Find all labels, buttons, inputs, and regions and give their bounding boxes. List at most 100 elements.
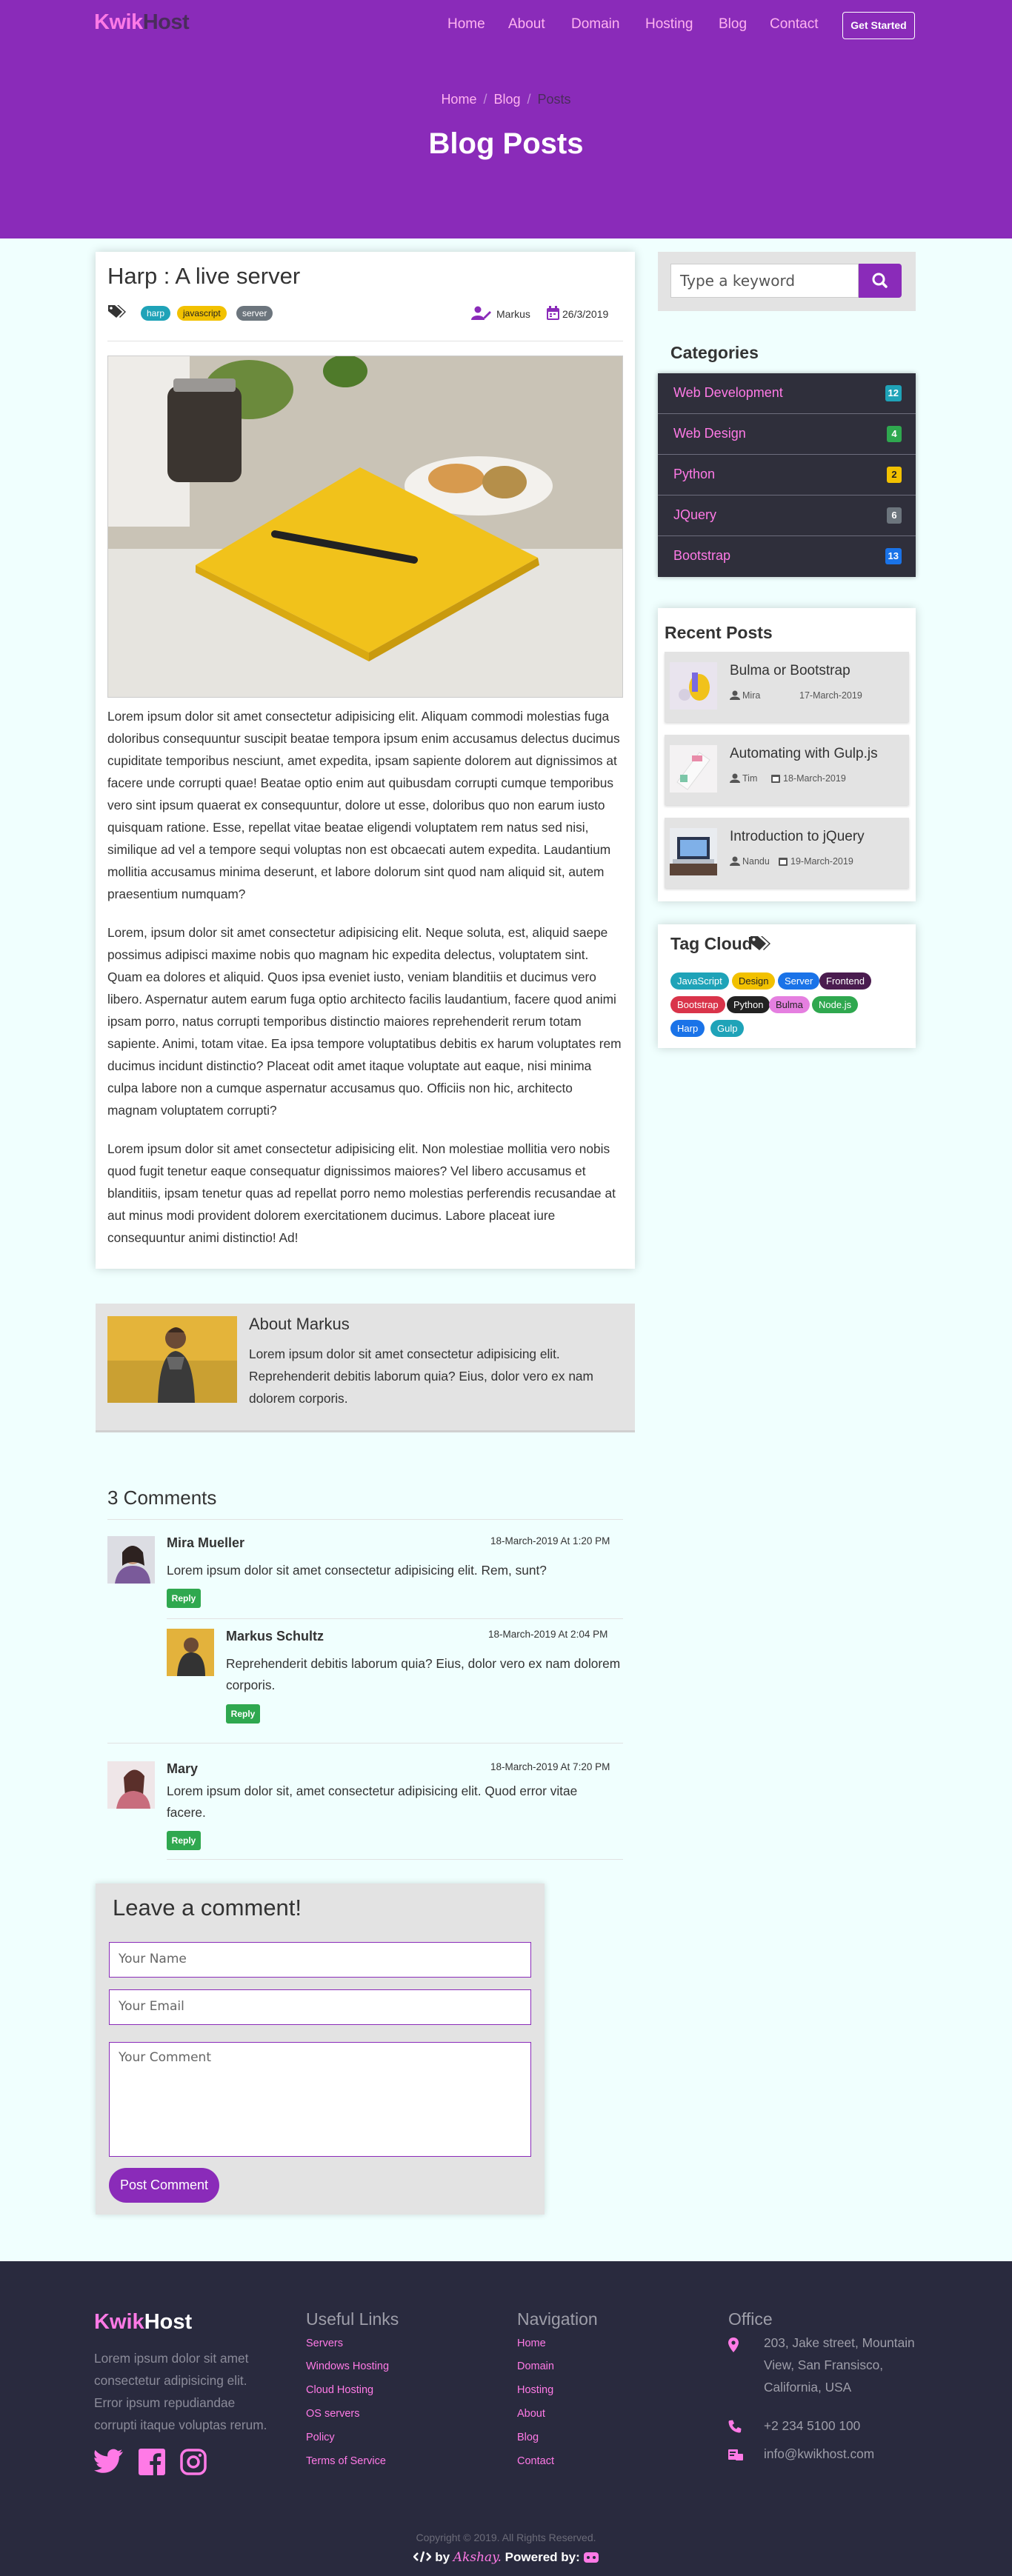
recent-post-author: Tim bbox=[742, 773, 758, 784]
about-author-box: About Markus Lorem ipsum dolor sit amet … bbox=[96, 1304, 635, 1432]
recent-post-date: 19-March-2019 bbox=[790, 856, 853, 867]
nav-contact[interactable]: Contact bbox=[770, 16, 818, 33]
tag-chip[interactable]: Harp bbox=[670, 1020, 705, 1037]
author-credit[interactable]: Akshay. bbox=[453, 2550, 502, 2565]
by-label: by bbox=[435, 2550, 450, 2564]
calendar-icon bbox=[771, 775, 780, 783]
avatar bbox=[167, 1629, 214, 1676]
tag-chip[interactable]: Design bbox=[732, 972, 776, 990]
name-field[interactable]: Your Name bbox=[109, 1942, 531, 1978]
tag-chip[interactable]: Gulp bbox=[710, 1020, 745, 1037]
category-item[interactable]: Python 2 bbox=[658, 455, 916, 495]
footer-link[interactable]: Policy bbox=[306, 2432, 335, 2443]
comment-date: 18-March-2019 At 1:20 PM bbox=[490, 1535, 610, 1546]
nav-domain[interactable]: Domain bbox=[571, 16, 619, 33]
brand-logo[interactable]: KwikHost bbox=[94, 10, 190, 35]
facebook-icon[interactable] bbox=[139, 2449, 165, 2475]
category-item[interactable]: Web Design 4 bbox=[658, 414, 916, 455]
nav-blog[interactable]: Blog bbox=[719, 16, 747, 33]
footer-nav-link[interactable]: Home bbox=[517, 2338, 546, 2349]
footer-nav-link[interactable]: Domain bbox=[517, 2360, 554, 2372]
get-started-button[interactable]: Get Started bbox=[842, 12, 915, 39]
tag-chip[interactable]: Frontend bbox=[819, 972, 872, 990]
categories-list: Web Development 12 Web Design 4 Python 2 JQ… bbox=[658, 373, 916, 577]
useful-links-title: Useful Links bbox=[306, 2309, 399, 2329]
logo-part1: Kwik bbox=[94, 10, 143, 34]
post-comment-button[interactable]: Post Comment bbox=[109, 2168, 219, 2203]
reply-button[interactable]: Reply bbox=[167, 1831, 201, 1850]
comments-title: 3 Comments bbox=[107, 1486, 217, 1509]
footer-nav-link[interactable]: About bbox=[517, 2408, 545, 2420]
post-date: 26/3/2019 bbox=[562, 308, 609, 320]
email-field[interactable]: Your Email bbox=[109, 1989, 531, 2025]
category-item[interactable]: Web Development 12 bbox=[658, 373, 916, 414]
reply-button[interactable]: Reply bbox=[167, 1589, 201, 1608]
footer-link[interactable]: Windows Hosting bbox=[306, 2360, 389, 2372]
footer-link[interactable]: OS servers bbox=[306, 2408, 360, 2420]
about-title: About Markus bbox=[249, 1315, 350, 1333]
nav-home[interactable]: Home bbox=[447, 16, 485, 33]
tag-chip[interactable]: JavaScript bbox=[670, 972, 729, 990]
recent-post-thumb bbox=[670, 828, 717, 875]
phone-icon bbox=[728, 2420, 742, 2433]
category-item[interactable]: JQuery 6 bbox=[658, 495, 916, 536]
footer-nav-link[interactable]: Blog bbox=[517, 2432, 539, 2443]
comment-text: Reprehenderit debitis laborum quia? Eius… bbox=[226, 1656, 621, 1692]
post-tag[interactable]: server bbox=[236, 306, 273, 321]
recent-post-item[interactable]: Introduction to jQuery Nandu 19-March-20… bbox=[665, 818, 909, 888]
breadcrumb-home[interactable]: Home bbox=[441, 92, 476, 107]
category-item[interactable]: Bootstrap 13 bbox=[658, 536, 916, 577]
breadcrumb-blog[interactable]: Blog bbox=[493, 92, 520, 107]
tag-chip[interactable]: Bulma bbox=[769, 996, 810, 1013]
nav-about[interactable]: About bbox=[508, 16, 545, 33]
search-input[interactable]: Type a keyword bbox=[670, 264, 859, 298]
comment-text: Lorem ipsum dolor sit amet consectetur a… bbox=[167, 1563, 547, 1578]
twitter-icon[interactable] bbox=[94, 2449, 124, 2474]
post-tag[interactable]: harp bbox=[141, 306, 171, 321]
tags-icon bbox=[750, 936, 770, 950]
tag-chip[interactable]: Server bbox=[778, 972, 820, 990]
navigation-title: Navigation bbox=[517, 2309, 598, 2329]
tag-chip[interactable]: Node.js bbox=[812, 996, 859, 1013]
avatar bbox=[107, 1761, 155, 1809]
recent-post-item[interactable]: Automating with Gulp.js Tim 18-March-201… bbox=[665, 735, 909, 805]
category-count: 13 bbox=[885, 548, 902, 564]
categories-title: Categories bbox=[670, 343, 759, 362]
office-phone: +2 234 5100 100 bbox=[764, 2418, 861, 2433]
instagram-icon[interactable] bbox=[180, 2449, 207, 2475]
comment-author: Markus Schultz bbox=[226, 1629, 324, 1644]
breadcrumb-current: Posts bbox=[537, 92, 571, 107]
category-label: Python bbox=[673, 467, 716, 481]
avatar bbox=[107, 1536, 155, 1584]
footer-nav-link[interactable]: Contact bbox=[517, 2455, 554, 2467]
post-tag[interactable]: javascript bbox=[177, 306, 227, 321]
recent-posts: Recent Posts Bulma or Bootstrap Mira 17-… bbox=[658, 608, 916, 901]
logo-part1: Kwik bbox=[94, 2310, 144, 2334]
search-button[interactable] bbox=[859, 264, 902, 298]
recent-post-item[interactable]: Bulma or Bootstrap Mira 17-March-2019 bbox=[665, 652, 909, 722]
calendar-icon bbox=[779, 858, 788, 866]
divider bbox=[107, 1743, 623, 1744]
footer-nav-link[interactable]: Hosting bbox=[517, 2384, 553, 2396]
office-email[interactable]: info@kwikhost.com bbox=[764, 2443, 874, 2465]
divider bbox=[167, 1618, 623, 1619]
nav-hosting[interactable]: Hosting bbox=[645, 16, 693, 33]
comment-textarea[interactable]: Your Comment bbox=[109, 2042, 531, 2157]
about-text: Lorem ipsum dolor sit amet consectetur a… bbox=[249, 1347, 593, 1406]
comment-form: Leave a comment! Your Name Your Email Yo… bbox=[96, 1883, 545, 2215]
gitlab-icon bbox=[583, 2552, 599, 2563]
footer-link[interactable]: Terms of Service bbox=[306, 2455, 386, 2467]
reply-button[interactable]: Reply bbox=[226, 1704, 260, 1724]
category-label: JQuery bbox=[673, 507, 717, 522]
footer-link[interactable]: Cloud Hosting bbox=[306, 2384, 373, 2396]
footer-link[interactable]: Servers bbox=[306, 2338, 343, 2349]
category-label: Bootstrap bbox=[673, 548, 731, 563]
recent-posts-title: Recent Posts bbox=[665, 623, 773, 642]
comment-date: 18-March-2019 At 2:04 PM bbox=[488, 1629, 608, 1640]
post-author: Markus bbox=[496, 308, 530, 320]
category-label: Web Design bbox=[673, 426, 746, 441]
footer-logo[interactable]: KwikHost bbox=[94, 2310, 192, 2335]
tag-chip[interactable]: Python bbox=[727, 996, 770, 1013]
post-paragraph: Lorem ipsum dolor sit amet consectetur a… bbox=[107, 1141, 616, 1245]
tag-chip[interactable]: Bootstrap bbox=[670, 996, 725, 1013]
